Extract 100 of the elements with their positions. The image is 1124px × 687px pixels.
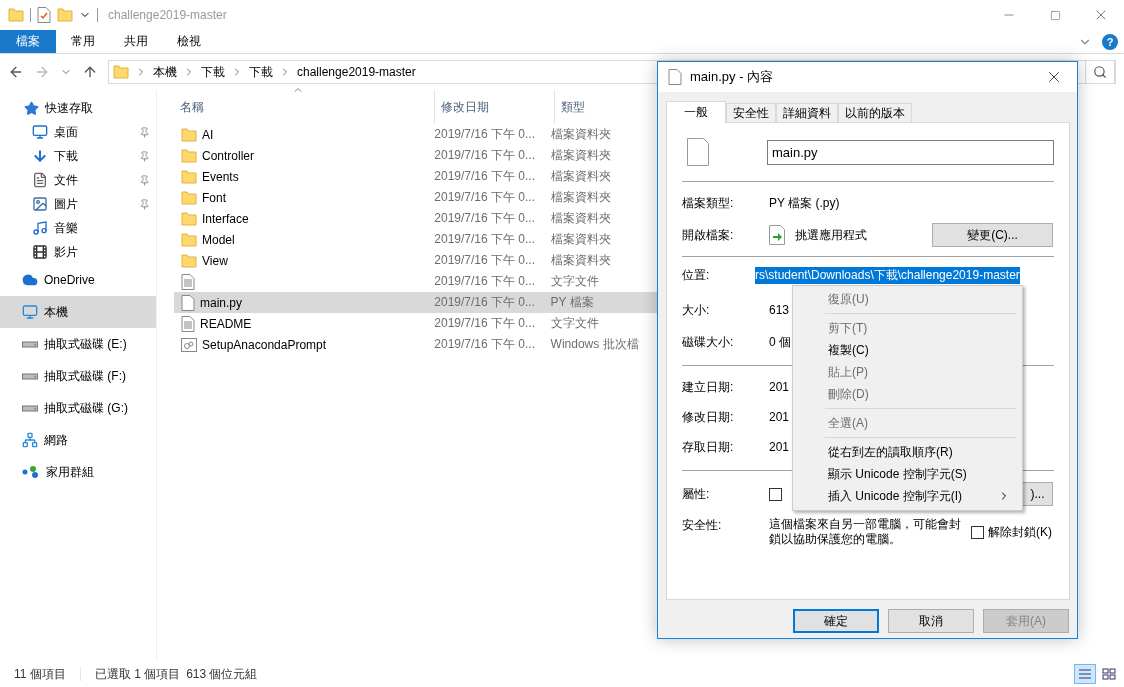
- dialog-tab[interactable]: 以前的版本: [838, 103, 912, 122]
- sidebar-item[interactable]: 抽取式磁碟 (F:): [0, 360, 156, 392]
- file-row[interactable]: Font 2019/7/16 下午 0... 檔案資料夾: [174, 187, 658, 208]
- field-value: 201: [769, 380, 790, 394]
- window-title: challenge2019-master: [108, 8, 227, 22]
- breadcrumb[interactable]: 下載: [249, 63, 273, 81]
- read-only-checkbox[interactable]: [769, 487, 782, 501]
- nodes-icon: [22, 465, 40, 479]
- change-button[interactable]: 變更(C)...: [932, 223, 1053, 247]
- file-type: 文字文件: [550, 273, 599, 290]
- file-date: 2019/7/16 下午 0...: [434, 336, 536, 353]
- breadcrumb[interactable]: 下載: [201, 63, 225, 81]
- sidebar-item[interactable]: 音樂: [0, 216, 156, 240]
- menu-item[interactable]: 插入 Unicode 控制字元(I): [795, 485, 1020, 507]
- file-row[interactable]: Interface 2019/7/16 下午 0... 檔案資料夾: [174, 208, 658, 229]
- sidebar-item[interactable]: 桌面: [0, 120, 156, 144]
- star-icon: [24, 100, 39, 116]
- column-header[interactable]: 名稱: [174, 90, 435, 124]
- sidebar-item[interactable]: 下載: [0, 144, 156, 168]
- file-date: 2019/7/16 下午 0...: [434, 294, 536, 311]
- file-row[interactable]: main.py 2019/7/16 下午 0... PY 檔案: [174, 292, 658, 313]
- network-icon: [22, 432, 38, 448]
- file-type: 檔案資料夾: [550, 210, 611, 227]
- column-header[interactable]: 修改日期: [435, 90, 555, 124]
- up-icon[interactable]: [82, 64, 98, 80]
- field-label: 屬性:: [682, 485, 711, 503]
- cloud-icon: [22, 272, 38, 288]
- security-warning: 這個檔案來自另一部電腦，可能會封鎖以協助保護您的電腦。: [769, 517, 962, 547]
- dialog-tab[interactable]: 安全性: [726, 103, 776, 122]
- ribbon-tab[interactable]: 檢視: [162, 30, 215, 53]
- folder-icon: [181, 211, 197, 226]
- file-date: 2019/7/16 下午 0...: [434, 126, 536, 143]
- selection-count: 已選取 1 個項目: [94, 665, 181, 683]
- file-row[interactable]: 2019/7/16 下午 0... 文字文件: [174, 271, 658, 292]
- search-icon: [1093, 65, 1107, 79]
- film-icon: [32, 244, 48, 260]
- ribbon-tab[interactable]: 常用: [56, 30, 109, 53]
- app-file-icon: [769, 225, 785, 245]
- ribbon-tab[interactable]: 檔案: [0, 30, 56, 53]
- sidebar-item[interactable]: 抽取式磁碟 (E:): [0, 328, 156, 360]
- field-label: 檔案類型:: [682, 194, 735, 212]
- file-name: main.py: [200, 295, 243, 310]
- forward-icon[interactable]: [34, 64, 50, 80]
- drive-icon: [22, 372, 38, 380]
- ribbon-tab[interactable]: 共用: [109, 30, 162, 53]
- file-row[interactable]: Events 2019/7/16 下午 0... 檔案資料夾: [174, 166, 658, 187]
- breadcrumb[interactable]: 本機: [153, 63, 177, 81]
- sidebar-item[interactable]: 網路: [0, 424, 156, 456]
- dialog-tab[interactable]: 一般: [666, 101, 726, 123]
- file-date: 2019/7/16 下午 0...: [434, 252, 536, 269]
- selection-size: 613 個位元組: [186, 665, 258, 683]
- file-name: README: [200, 316, 252, 331]
- breadcrumb[interactable]: challenge2019-master: [297, 65, 416, 79]
- checklist-icon[interactable]: [37, 7, 51, 23]
- sidebar-item[interactable]: 影片: [0, 240, 156, 264]
- folder-icon: [181, 169, 197, 184]
- field-value: 挑選應用程式: [795, 226, 867, 244]
- file-type: 檔案資料夾: [550, 126, 611, 143]
- dialog-button[interactable]: 確定: [793, 609, 879, 633]
- field-label: 磁碟大小:: [682, 333, 735, 351]
- download-icon: [32, 148, 48, 164]
- file-name-field[interactable]: main.py: [767, 139, 1054, 165]
- menu-item[interactable]: 複製(C): [795, 339, 1020, 361]
- file-row[interactable]: Controller 2019/7/16 下午 0... 檔案資料夾: [174, 145, 658, 166]
- back-icon[interactable]: [8, 64, 24, 80]
- dialog-button[interactable]: 取消: [888, 609, 974, 633]
- file-row[interactable]: View 2019/7/16 下午 0... 檔案資料夾: [174, 250, 658, 271]
- file-name: View: [202, 253, 228, 268]
- file-date: 2019/7/16 下午 0...: [434, 210, 536, 227]
- text-file-icon: [181, 273, 195, 290]
- file-name: Model: [202, 232, 235, 247]
- sidebar-item[interactable]: 快速存取: [0, 96, 156, 120]
- unblock-checkbox[interactable]: [971, 526, 984, 539]
- document-icon: [32, 172, 48, 188]
- sidebar-item[interactable]: OneDrive: [0, 264, 156, 296]
- file-date: 2019/7/16 下午 0...: [434, 315, 536, 332]
- drive-icon: [22, 340, 38, 348]
- sidebar-item[interactable]: 圖片: [0, 192, 156, 216]
- sidebar-item[interactable]: 家用群組: [0, 456, 156, 488]
- file-row[interactable]: Model 2019/7/16 下午 0... 檔案資料夾: [174, 229, 658, 250]
- sidebar-item[interactable]: 本機: [0, 296, 156, 328]
- file-date: 2019/7/16 下午 0...: [434, 273, 536, 290]
- folder-icon: [181, 190, 197, 205]
- gears-window-icon: [181, 337, 197, 352]
- file-row[interactable]: SetupAnacondaPrompt 2019/7/16 下午 0... Windows 批次檔: [174, 334, 658, 355]
- file-type: 檔案資料夾: [550, 231, 611, 248]
- file-row[interactable]: AI 2019/7/16 下午 0... 檔案資料夾: [174, 124, 658, 145]
- menu-item[interactable]: 從右到左的讀取順序(R): [795, 441, 1020, 463]
- file-date: 2019/7/16 下午 0...: [434, 168, 536, 185]
- details-view-button[interactable]: [1074, 664, 1096, 684]
- file-name: Font: [202, 190, 226, 205]
- help-button[interactable]: ?: [1102, 33, 1118, 50]
- dialog-tab[interactable]: 詳細資料: [776, 103, 838, 122]
- field-value: 613: [769, 303, 790, 317]
- sidebar-item[interactable]: 抽取式磁碟 (G:): [0, 392, 156, 424]
- search-button[interactable]: [1085, 60, 1115, 84]
- file-row[interactable]: README 2019/7/16 下午 0... 文字文件: [174, 313, 658, 334]
- file-icon: [181, 294, 195, 311]
- sidebar-item[interactable]: 文件: [0, 168, 156, 192]
- menu-item[interactable]: 顯示 Unicode 控制字元(S): [795, 463, 1020, 485]
